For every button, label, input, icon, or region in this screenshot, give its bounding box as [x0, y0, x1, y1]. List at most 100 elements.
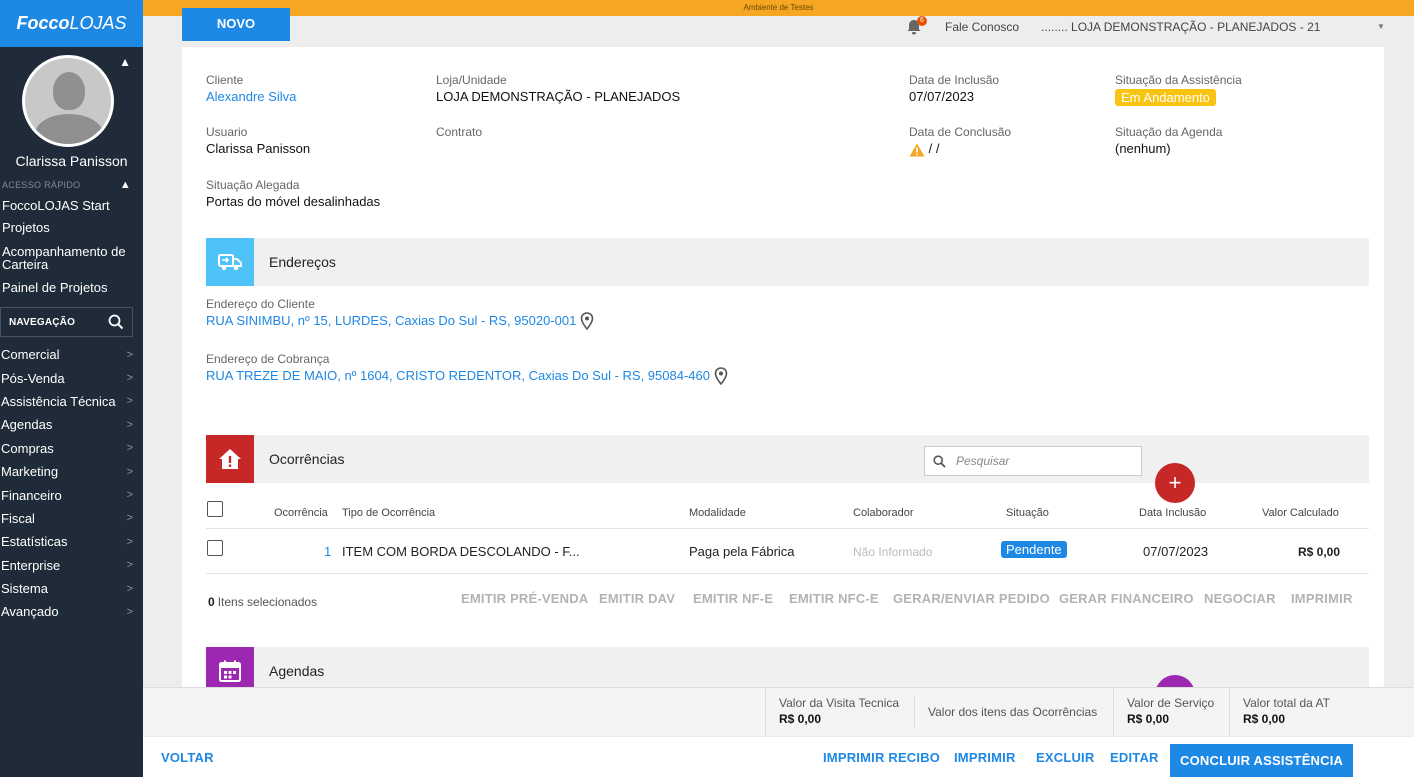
nav-item-compras[interactable]: Compras > [0, 437, 143, 460]
chevron-right-icon: > [126, 418, 133, 431]
delete-button[interactable]: EXCLUIR [1036, 737, 1094, 777]
quick-item-projetos[interactable]: Projetos [0, 215, 143, 237]
occurrences-section-header: Ocorrências [206, 435, 1369, 483]
emit-nfce-button[interactable]: EMITIR NFC-E [789, 591, 879, 606]
status-badge: Pendente [1001, 541, 1067, 558]
nav-item-comercial[interactable]: Comercial > [0, 343, 143, 366]
assistance-detail-card: Cliente Alexandre Silva Loja/Unidade LOJ… [182, 47, 1384, 687]
conclude-assistance-button[interactable]: CONCLUIR ASSISTÊNCIA [1170, 744, 1354, 777]
edit-button[interactable]: EDITAR [1110, 737, 1159, 777]
selected-count: 0 Itens selecionados [208, 595, 318, 609]
nav-item-marketing[interactable]: Marketing > [0, 460, 143, 483]
search-icon [933, 454, 946, 468]
nav-item-sistema[interactable]: Sistema > [0, 577, 143, 600]
send-order-button[interactable]: GERAR/ENVIAR PEDIDO [893, 591, 1050, 606]
nav-item-agendas[interactable]: Agendas > [0, 413, 143, 436]
conclusion-date-field: Data de Conclusão / / [909, 125, 1012, 157]
notification-count-badge: 6 [917, 16, 927, 26]
print-occurrences-button[interactable]: IMPRIMIR [1291, 591, 1353, 606]
back-button[interactable]: VOLTAR [161, 737, 214, 777]
nav-menu: Comercial > Pós-Venda > Assistência Técnic… [0, 343, 143, 624]
contract-field: Contrato [436, 125, 483, 139]
emit-nfe-button[interactable]: EMITIR NF-E [693, 591, 773, 606]
map-pin-icon[interactable] [580, 312, 594, 330]
emit-pre-sale-button[interactable]: EMITIR PRÉ-VENDA [461, 591, 588, 606]
new-button[interactable]: NOVO [182, 8, 290, 41]
chevron-right-icon: > [126, 372, 133, 385]
inclusion-date-field: Data de Inclusão 07/07/2023 [909, 73, 1000, 104]
schedule-status-field: Situação da Agenda (nenhum) [1115, 125, 1223, 156]
occurrences-table-header: Ocorrência Tipo de Ocorrência Modalidade… [206, 499, 1369, 529]
chevron-right-icon: > [126, 465, 133, 478]
total-value: Valor total da AT R$ 0,00 [1243, 696, 1330, 726]
nav-item-financeiro[interactable]: Financeiro > [0, 483, 143, 506]
chevron-right-icon: > [126, 535, 133, 548]
sidebar: Focco LOJAS ▲ Clarissa Panisson ACESSO RÁ… [0, 0, 143, 777]
map-pin-icon[interactable] [714, 367, 728, 385]
notifications-bell-icon[interactable]: 6 [905, 16, 927, 36]
chevron-up-icon[interactable]: ▲ [120, 179, 131, 191]
user-profile: ▲ Clarissa Panisson [0, 47, 143, 177]
chevron-right-icon: > [126, 559, 133, 572]
search-icon[interactable] [108, 314, 124, 330]
generate-financial-button[interactable]: GERAR FINANCEIRO [1059, 591, 1194, 606]
nav-search[interactable]: NAVEGAÇÃO [0, 307, 133, 337]
row-checkbox[interactable] [207, 540, 223, 556]
add-occurrence-button[interactable]: + [1155, 463, 1195, 503]
schedules-section-header: Agendas [206, 647, 1369, 687]
home-alert-icon [206, 435, 254, 483]
user-field: Usuario Clarissa Panisson [206, 125, 311, 156]
negotiate-button[interactable]: NEGOCIAR [1204, 591, 1276, 606]
nav-item-assistencia[interactable]: Assistência Técnica > [0, 390, 143, 413]
chevron-right-icon: > [126, 348, 133, 361]
plus-icon: + [1168, 470, 1182, 495]
chevron-right-icon: > [126, 395, 133, 408]
occurrences-search-input[interactable]: Pesquisar [924, 446, 1142, 476]
select-all-checkbox[interactable] [207, 501, 223, 517]
status-badge: Em Andamento [1115, 89, 1216, 106]
chevron-right-icon: > [126, 605, 133, 618]
client-field: Cliente Alexandre Silva [206, 73, 297, 106]
quick-access-header[interactable]: ACESSO RÁPIDO ▲ [0, 176, 143, 194]
client-address-link[interactable]: RUA SINIMBU, nº 15, LURDES, Caxias Do Su… [206, 312, 594, 330]
avatar[interactable] [22, 55, 114, 147]
chevron-right-icon: > [126, 442, 133, 455]
emit-dav-button[interactable]: EMITIR DAV [599, 591, 675, 606]
user-name: Clarissa Panisson [15, 153, 128, 169]
nav-item-enterprise[interactable]: Enterprise > [0, 554, 143, 577]
nav-item-pos-venda[interactable]: Pós-Venda > [0, 366, 143, 389]
print-receipt-button[interactable]: IMPRIMIR RECIBO [823, 737, 940, 777]
nav-item-fiscal[interactable]: Fiscal > [0, 507, 143, 530]
nav-item-avancado[interactable]: Avançado > [0, 600, 143, 623]
totals-bar: Valor da Visita Tecnica R$ 0,00 Valor do… [143, 687, 1414, 737]
chevron-right-icon: > [126, 582, 133, 595]
contact-link[interactable]: Fale Conosco [945, 20, 1019, 34]
assistance-status-field: Situação da Assistência Em Andamento [1115, 73, 1242, 106]
occurrences-actions: 0 Itens selecionados EMITIR PRÉ-VENDA EMI… [206, 587, 1369, 609]
client-address-field: Endereço do Cliente RUA SINIMBU, nº 15, … [206, 296, 594, 330]
topbar-actions: 6 Fale Conosco ........ LOJA DEMONSTRAÇÃ… [905, 16, 1320, 37]
warning-icon [909, 143, 925, 157]
test-environment-banner: Ambiente de Testes [143, 0, 1414, 16]
items-value: Valor dos itens das Ocorrências [928, 705, 1098, 719]
client-link[interactable]: Alexandre Silva [206, 88, 296, 106]
addresses-title: Endereços [269, 254, 336, 270]
visit-value: Valor da Visita Tecnica R$ 0,00 [779, 696, 900, 726]
quick-access-list: FoccoLOJAS Start Projetos Acompanhamento… [0, 194, 143, 297]
store-field: Loja/Unidade LOJA DEMONSTRAÇÃO - PLANEJA… [436, 73, 681, 104]
chevron-up-icon[interactable]: ▲ [119, 55, 131, 69]
billing-address-link[interactable]: RUA TREZE DE MAIO, nº 1604, CRISTO REDEN… [206, 367, 728, 385]
chevron-down-icon[interactable]: ▼ [1377, 22, 1385, 31]
addresses-section-header: Endereços [206, 238, 1369, 286]
app-logo[interactable]: Focco LOJAS [0, 0, 143, 47]
chevron-right-icon: > [126, 512, 133, 525]
chevron-right-icon: > [126, 489, 133, 502]
table-row[interactable]: 1 ITEM COM BORDA DESCOLANDO - F... Paga … [206, 530, 1369, 574]
print-button[interactable]: IMPRIMIR [954, 737, 1016, 777]
nav-item-estatisticas[interactable]: Estatísticas > [0, 530, 143, 553]
quick-item-acompanhamento[interactable]: Acompanhamento de Carteira [0, 237, 143, 273]
store-selector[interactable]: ........ LOJA DEMONSTRAÇÃO - PLANEJADOS … [1041, 20, 1320, 34]
quick-item-start[interactable]: FoccoLOJAS Start [0, 196, 143, 215]
occurrences-title: Ocorrências [269, 451, 345, 467]
quick-item-painel[interactable]: Painel de Projetos [0, 273, 143, 297]
